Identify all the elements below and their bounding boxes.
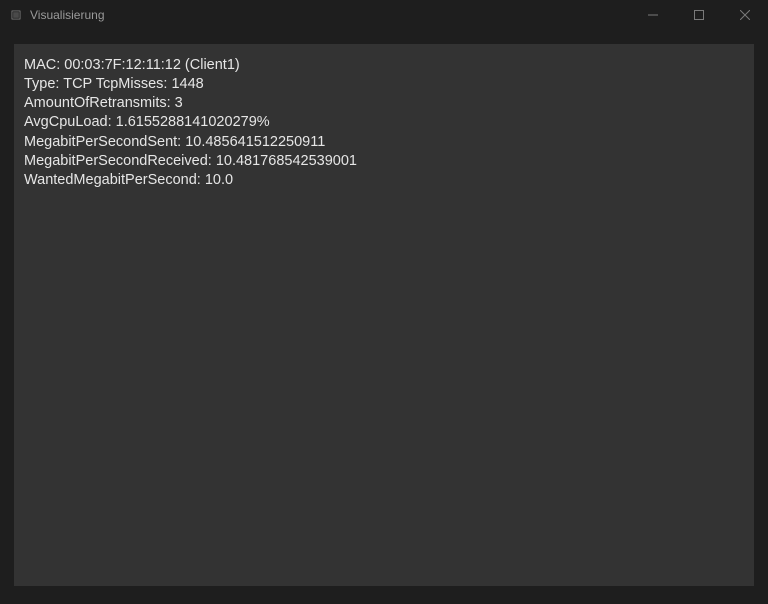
stats-retransmits-line: AmountOfRetransmits: 3 bbox=[24, 94, 744, 113]
app-icon bbox=[8, 7, 24, 23]
window-controls bbox=[630, 0, 768, 30]
stats-mbps-sent-line: MegabitPerSecondSent: 10.485641512250911 bbox=[24, 133, 744, 152]
stats-mbps-received-line: MegabitPerSecondReceived: 10.48176854253… bbox=[24, 152, 744, 171]
minimize-button[interactable] bbox=[630, 0, 676, 30]
close-button[interactable] bbox=[722, 0, 768, 30]
client-area: MAC: 00:03:7F:12:11:12 (Client1) Type: T… bbox=[0, 30, 768, 604]
stats-cpuload-line: AvgCpuLoad: 1.6155288141020279% bbox=[24, 113, 744, 132]
maximize-button[interactable] bbox=[676, 0, 722, 30]
window-title: Visualisierung bbox=[30, 8, 105, 22]
stats-wanted-mbps-line: WantedMegabitPerSecond: 10.0 bbox=[24, 171, 744, 190]
app-window: Visualisierung MAC: 00:03:7F:12:11:12 (C… bbox=[0, 0, 768, 604]
stats-type-line: Type: TCP TcpMisses: 1448 bbox=[24, 75, 744, 94]
stats-panel: MAC: 00:03:7F:12:11:12 (Client1) Type: T… bbox=[14, 44, 754, 586]
titlebar[interactable]: Visualisierung bbox=[0, 0, 768, 30]
stats-mac-line: MAC: 00:03:7F:12:11:12 (Client1) bbox=[24, 56, 744, 75]
